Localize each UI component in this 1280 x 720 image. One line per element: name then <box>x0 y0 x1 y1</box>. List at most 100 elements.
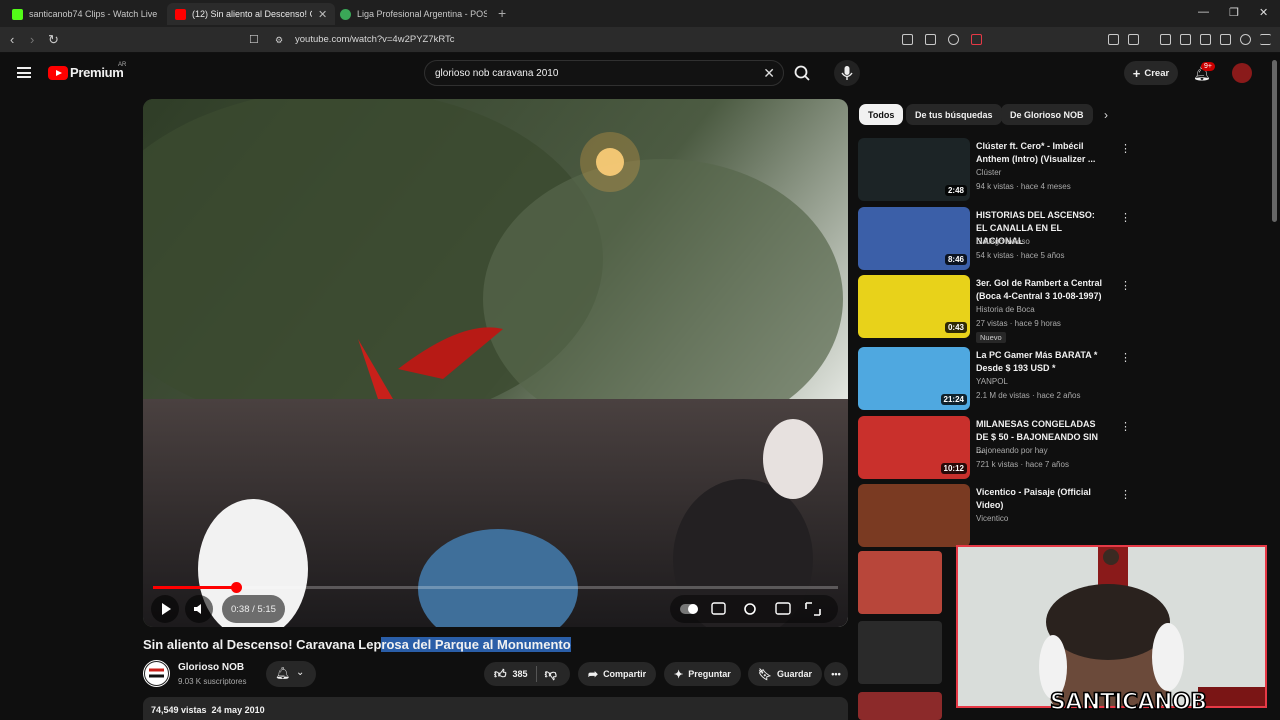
wallet-icon[interactable] <box>1200 34 1211 45</box>
like-dislike-group: 👍︎ 385 👎︎ <box>484 662 570 686</box>
duration-badge: 10:12 <box>940 463 967 474</box>
captions-icon[interactable] <box>710 601 728 617</box>
tab-kick[interactable]: santicanob74 Clips - Watch Live on K <box>4 3 167 25</box>
more-vertical-icon[interactable]: ⋮ <box>1120 279 1131 292</box>
duration-badge: 2:48 <box>944 185 967 196</box>
recommendation-channel[interactable]: Vicentico <box>976 514 1008 523</box>
more-actions-button[interactable]: ••• <box>824 662 848 686</box>
recommendation-item[interactable]: 10:12 MILANESAS CONGELADAS DE $ 50 - BAJO… <box>858 416 1131 480</box>
create-button[interactable]: + Crear <box>1124 61 1178 85</box>
ask-button[interactable]: ✦ Preguntar <box>664 662 741 686</box>
subscription-button[interactable]: 🔔︎ ⌄ <box>266 661 316 687</box>
save-label: Guardar <box>776 669 812 679</box>
chip-busquedas[interactable]: De tus búsquedas <box>906 104 1002 125</box>
hamburger-menu-icon[interactable] <box>17 67 31 78</box>
share-button[interactable]: ➦ Compartir <box>578 662 657 686</box>
screenshot-icon[interactable] <box>1128 34 1139 45</box>
close-tab-icon[interactable]: ✕ <box>318 8 327 21</box>
more-vertical-icon[interactable]: ⋮ <box>1120 351 1131 364</box>
video-progress-bar[interactable] <box>153 582 838 593</box>
recommendation-thumbnail[interactable] <box>858 621 942 684</box>
recommendation-title[interactable]: La PC Gamer Más BARATA * Desde $ 193 USD… <box>976 349 1106 375</box>
sidebar-icon[interactable] <box>1180 34 1191 45</box>
tab-liga[interactable]: Liga Profesional Argentina - POSICIÓ <box>332 3 495 25</box>
play-icon <box>162 603 171 615</box>
chip-todos[interactable]: Todos <box>859 104 904 125</box>
cast-icon[interactable] <box>902 34 913 45</box>
progress-fill <box>153 586 236 589</box>
music-icon[interactable] <box>1160 34 1171 45</box>
more-vertical-icon[interactable]: ⋮ <box>1120 211 1131 224</box>
tab-youtube[interactable]: (12) Sin aliento al Descenso! Car ✕ <box>167 3 336 25</box>
youtube-favicon-icon <box>175 8 186 20</box>
new-tab-icon[interactable]: + <box>498 5 506 21</box>
privacy-icon[interactable] <box>1240 34 1251 45</box>
miniplayer-icon[interactable] <box>774 601 792 617</box>
forward-icon[interactable]: › <box>30 32 34 47</box>
search-button[interactable] <box>788 61 816 85</box>
dislike-button[interactable]: 👎︎ <box>545 667 557 682</box>
mute-button[interactable] <box>185 595 213 623</box>
youtube-logo-icon[interactable] <box>48 66 68 80</box>
recommendation-channel[interactable]: Historia de Boca <box>976 305 1035 314</box>
recommendation-thumbnail[interactable] <box>858 692 942 720</box>
chip-glorioso[interactable]: De Glorioso NOB <box>1001 104 1093 125</box>
fullscreen-icon[interactable] <box>804 601 822 617</box>
duration-badge: 0:43 <box>944 322 967 333</box>
recommendation-item[interactable]: 21:24 La PC Gamer Más BARATA * Desde $ 19… <box>858 347 1131 411</box>
minimize-icon[interactable]: — <box>1198 6 1209 18</box>
video-frame <box>143 99 848 627</box>
search-input[interactable]: glorioso nob caravana 2010 ✕ <box>424 60 784 86</box>
divider <box>535 666 537 682</box>
recommendation-item[interactable]: 2:48 Clúster ft. Cero* - Imbécil Anthem (… <box>858 138 1131 202</box>
channel-avatar[interactable] <box>143 660 170 687</box>
menu-icon[interactable] <box>1260 34 1271 45</box>
autoplay-toggle[interactable] <box>678 601 700 617</box>
more-vertical-icon[interactable]: ⋮ <box>1120 488 1131 501</box>
vpn-icon[interactable] <box>971 34 982 45</box>
recommendation-channel[interactable]: Clúster <box>976 168 1001 177</box>
back-icon[interactable]: ‹ <box>10 32 14 47</box>
webcam-overlay <box>956 545 1267 708</box>
account-avatar[interactable] <box>1232 63 1252 83</box>
save-button[interactable]: 🔖︎ Guardar <box>748 662 822 686</box>
more-vertical-icon[interactable]: ⋮ <box>1120 420 1131 433</box>
recommendation-item[interactable]: 0:43 3er. Gol de Rambert a Central (Boca … <box>858 275 1131 343</box>
recommendation-channel[interactable]: Gallego Veloso <box>976 237 1030 246</box>
restore-icon[interactable]: ❐ <box>1229 6 1239 19</box>
recommendation-title[interactable]: Clúster ft. Cero* - Imbécil Anthem (Intr… <box>976 140 1106 166</box>
recommendation-item[interactable]: 8:46 HISTORIAS DEL ASCENSO: EL CANALLA EN… <box>858 207 1131 271</box>
duration-badge: 21:24 <box>940 394 967 405</box>
bookmark-icon[interactable]: ☐ <box>249 33 259 46</box>
description-box[interactable]: 74,549 vistas 24 may 2010 <box>143 697 848 720</box>
recommendation-title[interactable]: Vicentico - Paisaje (Official Video) <box>976 486 1106 512</box>
channel-name[interactable]: Glorioso NOB <box>178 662 244 673</box>
extensions-icon[interactable] <box>1108 34 1119 45</box>
chevron-right-icon[interactable]: › <box>1104 108 1108 122</box>
voice-search-button[interactable] <box>834 60 860 86</box>
close-window-icon[interactable]: ✕ <box>1259 6 1268 19</box>
video-player[interactable]: 0:38 / 5:15 <box>143 99 848 627</box>
youtube-header: Premium AR glorioso nob caravana 2010 ✕ … <box>0 53 1280 93</box>
recommendation-channel[interactable]: YANPOL <box>976 377 1008 386</box>
recommendation-thumbnail[interactable] <box>858 551 942 614</box>
like-button[interactable]: 👍︎ 385 <box>494 667 528 682</box>
clear-search-icon[interactable]: ✕ <box>763 65 775 82</box>
page-scrollbar[interactable] <box>1272 60 1277 222</box>
recommendation-thumbnail[interactable] <box>858 484 970 547</box>
shield-icon[interactable] <box>948 34 959 45</box>
right-controls <box>670 595 838 623</box>
play-button[interactable] <box>151 595 179 623</box>
recommendation-title[interactable]: 3er. Gol de Rambert a Central (Boca 4-Ce… <box>976 277 1106 303</box>
more-vertical-icon[interactable]: ⋮ <box>1120 142 1131 155</box>
youtube-brand[interactable]: Premium <box>70 65 124 80</box>
url-field[interactable]: youtube.com/watch?v=4w2PYZ7kRTc <box>295 34 455 45</box>
ai-icon[interactable] <box>1220 34 1231 45</box>
site-info-icon[interactable]: ⚙ <box>275 35 283 46</box>
share-icon[interactable] <box>925 34 936 45</box>
settings-gear-icon[interactable] <box>742 601 760 617</box>
recommendation-item[interactable]: Vicentico - Paisaje (Official Video) Vice… <box>858 484 1131 548</box>
tab-title: Liga Profesional Argentina - POSICIÓ <box>357 9 487 19</box>
recommendation-channel[interactable]: Bajoneando por hay <box>976 446 1048 455</box>
reload-icon[interactable]: ↻ <box>48 32 59 48</box>
